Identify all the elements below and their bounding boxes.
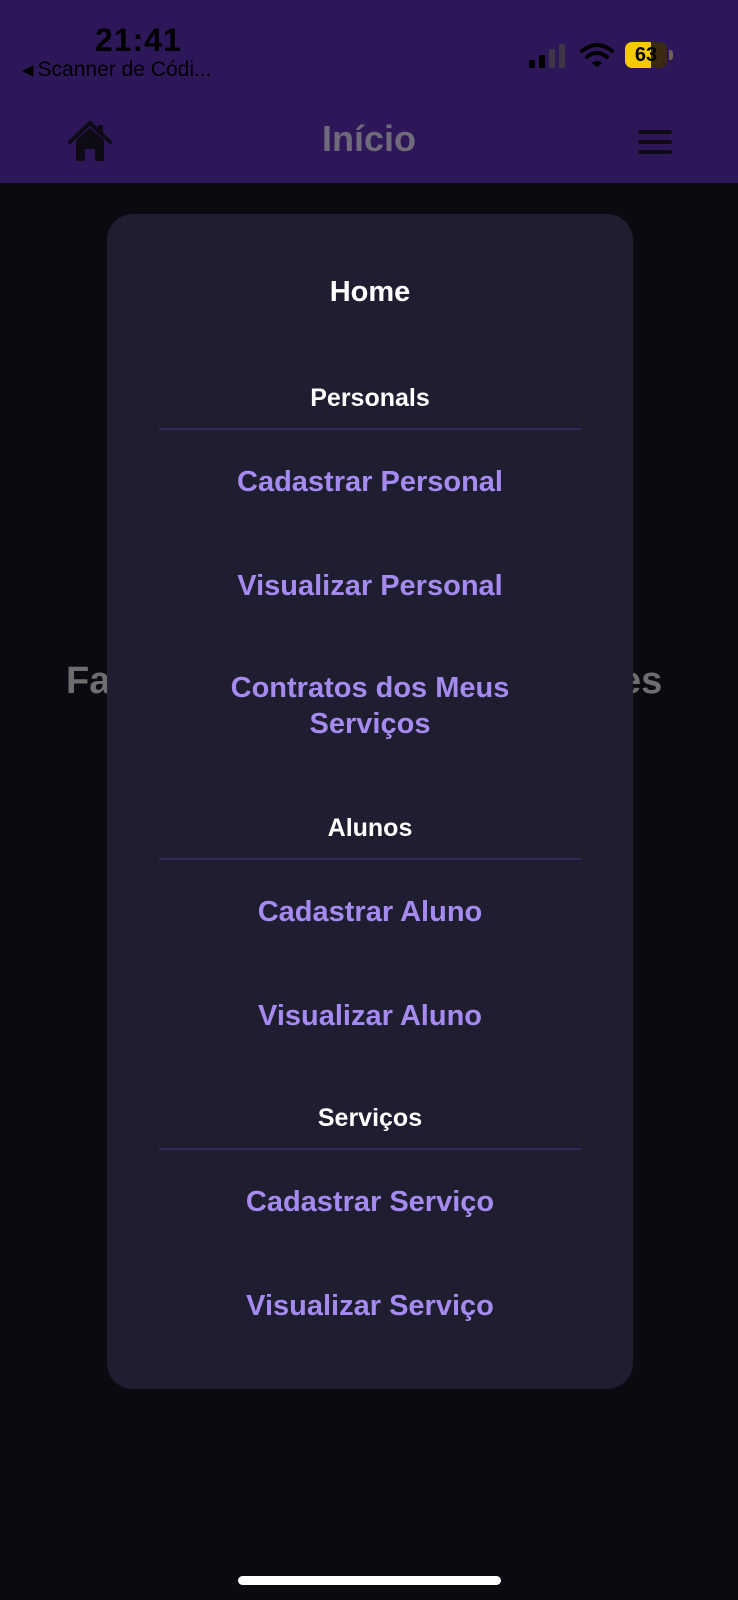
back-app-label: Scanner de Códi...: [37, 58, 212, 81]
home-indicator[interactable]: [238, 1576, 501, 1585]
menu-item-visualizar-servico[interactable]: Visualizar Serviço: [107, 1288, 633, 1324]
cellular-signal-icon: [529, 44, 565, 68]
page-title: Início: [321, 118, 416, 159]
status-time: 21:41: [95, 22, 182, 58]
background-text-left: Fa: [66, 660, 111, 702]
battery-level: 63: [634, 44, 658, 66]
menu-item-home[interactable]: Home: [107, 276, 633, 309]
menu-item-visualizar-personal[interactable]: Visualizar Personal: [107, 568, 633, 604]
back-to-app-link[interactable]: ◀ Scanner de Códi...: [22, 58, 211, 82]
section-divider: [159, 428, 581, 430]
menu-item-visualizar-aluno[interactable]: Visualizar Aluno: [107, 998, 633, 1034]
app-header: 21:41 ◀ Scanner de Códi... 63 Início: [0, 0, 738, 183]
section-header-alunos: Alunos: [327, 814, 413, 842]
section-header-personals: Personals: [310, 384, 430, 412]
section-divider: [159, 858, 581, 860]
back-arrow-icon: ◀: [22, 61, 34, 79]
menu-item-contratos-servicos[interactable]: Contratos dos Meus Serviços: [200, 670, 540, 742]
navigation-menu: Home Personals Cadastrar Personal Visual…: [107, 214, 633, 1389]
wifi-icon: [580, 43, 614, 67]
battery-icon: 63: [625, 42, 675, 68]
menu-item-cadastrar-aluno[interactable]: Cadastrar Aluno: [107, 894, 633, 930]
hamburger-menu-icon[interactable]: [638, 130, 672, 154]
menu-item-cadastrar-servico[interactable]: Cadastrar Serviço: [107, 1184, 633, 1220]
section-header-servicos: Serviços: [317, 1104, 423, 1132]
menu-item-cadastrar-personal[interactable]: Cadastrar Personal: [107, 464, 633, 500]
section-divider: [159, 1148, 581, 1150]
